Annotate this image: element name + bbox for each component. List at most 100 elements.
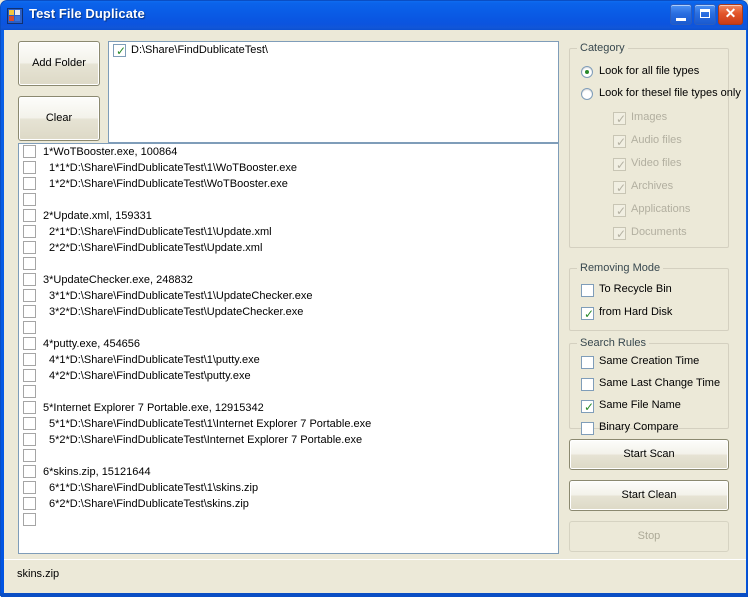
maximize-button[interactable]: [694, 4, 716, 25]
list-item[interactable]: 4*1*D:\Share\FindDublicateTest\1\putty.e…: [19, 352, 558, 368]
list-item[interactable]: 5*Internet Explorer 7 Portable.exe, 1291…: [19, 400, 558, 416]
search-rules-group-title: Search Rules: [577, 337, 650, 349]
list-item-checkbox[interactable]: [23, 273, 36, 286]
checkbox-video-files-box: ✓: [613, 158, 626, 171]
minimize-button[interactable]: [670, 4, 692, 25]
title-bar[interactable]: Test File Duplicate ✕: [1, 1, 747, 30]
list-item-label: 6*skins.zip, 15121644: [43, 466, 151, 478]
add-folder-label: Add Folder: [32, 57, 86, 69]
list-item[interactable]: 3*2*D:\Share\FindDublicateTest\UpdateChe…: [19, 304, 558, 320]
list-item-label: 6*2*D:\Share\FindDublicateTest\skins.zip: [49, 498, 249, 510]
list-item-label: 4*1*D:\Share\FindDublicateTest\1\putty.e…: [49, 354, 260, 366]
list-item-checkbox[interactable]: [23, 193, 36, 206]
list-item[interactable]: 1*2*D:\Share\FindDublicateTest\WoTBooste…: [19, 176, 558, 192]
list-item[interactable]: 2*2*D:\Share\FindDublicateTest\Update.xm…: [19, 240, 558, 256]
list-item-checkbox[interactable]: [23, 305, 36, 318]
checkbox-binary-compare-box[interactable]: [581, 422, 594, 435]
list-item-label: 6*1*D:\Share\FindDublicateTest\1\skins.z…: [49, 482, 259, 494]
add-folder-button[interactable]: Add Folder: [18, 41, 100, 86]
search-rules-group: Search Rules Same Creation Time Same Las…: [569, 337, 729, 435]
checkbox-documents-box: ✓: [613, 227, 626, 240]
list-item-label: 3*1*D:\Share\FindDublicateTest\1\UpdateC…: [49, 290, 313, 302]
list-item[interactable]: 4*2*D:\Share\FindDublicateTest\putty.exe: [19, 368, 558, 384]
list-item[interactable]: 3*UpdateChecker.exe, 248832: [19, 272, 558, 288]
list-item-checkbox[interactable]: [23, 161, 36, 174]
list-item[interactable]: [19, 512, 558, 528]
list-item-checkbox[interactable]: [23, 449, 36, 462]
checkbox-documents-label: Documents: [631, 226, 687, 238]
list-item-checkbox[interactable]: [23, 145, 36, 158]
list-item-label: 5*1*D:\Share\FindDublicateTest\1\Interne…: [49, 418, 372, 430]
list-item-label: 2*Update.xml, 159331: [43, 210, 152, 222]
list-item-checkbox[interactable]: [23, 433, 36, 446]
maximize-icon: [700, 9, 710, 18]
list-item[interactable]: 6*skins.zip, 15121644: [19, 464, 558, 480]
checkbox-same-creation-time-box[interactable]: [581, 356, 594, 369]
list-item[interactable]: 1*1*D:\Share\FindDublicateTest\1\WoTBoos…: [19, 160, 558, 176]
list-item-checkbox[interactable]: [23, 385, 36, 398]
list-item-label: 1*1*D:\Share\FindDublicateTest\1\WoTBoos…: [49, 162, 298, 174]
radio-indicator-these[interactable]: [581, 88, 593, 100]
status-bar: skins.zip: [4, 559, 746, 593]
minimize-icon: [676, 18, 686, 21]
checkbox-same-file-name-box[interactable]: ✓: [581, 400, 594, 413]
list-item-checkbox[interactable]: [23, 257, 36, 270]
list-item[interactable]: [19, 256, 558, 272]
list-item[interactable]: 1*WoTBooster.exe, 100864: [19, 144, 558, 160]
radio-indicator-all[interactable]: [581, 66, 593, 78]
list-item-checkbox[interactable]: [23, 241, 36, 254]
folder-list[interactable]: ✓ D:\Share\FindDublicateTest\: [108, 41, 559, 143]
list-item[interactable]: 4*putty.exe, 454656: [19, 336, 558, 352]
list-item[interactable]: 6*2*D:\Share\FindDublicateTest\skins.zip: [19, 496, 558, 512]
list-item-checkbox[interactable]: [23, 321, 36, 334]
status-text: skins.zip: [17, 568, 60, 580]
list-item-checkbox[interactable]: [23, 289, 36, 302]
folder-list-item[interactable]: ✓ D:\Share\FindDublicateTest\: [109, 42, 558, 61]
list-item[interactable]: 5*2*D:\Share\FindDublicateTest\Internet …: [19, 432, 558, 448]
checkbox-to-recycle-bin-box[interactable]: [581, 284, 594, 297]
list-item-checkbox[interactable]: [23, 353, 36, 366]
list-item-checkbox[interactable]: [23, 369, 36, 382]
checkbox-same-creation-time-label: Same Creation Time: [599, 355, 700, 367]
radio-all-file-types-label: Look for all file types: [599, 65, 700, 77]
list-item-checkbox[interactable]: [23, 401, 36, 414]
list-item-checkbox[interactable]: [23, 497, 36, 510]
folder-path-label: D:\Share\FindDublicateTest\: [131, 44, 268, 56]
duplicate-results-list[interactable]: 1*WoTBooster.exe, 100864 1*1*D:\Share\Fin…: [18, 143, 559, 554]
list-item-checkbox[interactable]: [23, 177, 36, 190]
folder-checkbox[interactable]: ✓: [113, 44, 126, 57]
checkbox-same-last-change-time-label: Same Last Change Time: [599, 377, 721, 389]
window-title: Test File Duplicate: [29, 6, 145, 21]
list-item-checkbox[interactable]: [23, 465, 36, 478]
list-item-checkbox[interactable]: [23, 225, 36, 238]
checkbox-same-last-change-time-box[interactable]: [581, 378, 594, 391]
radio-these-file-types-only-label: Look for thesel file types only: [599, 87, 741, 99]
list-item[interactable]: 2*1*D:\Share\FindDublicateTest\1\Update.…: [19, 224, 558, 240]
list-item[interactable]: 2*Update.xml, 159331: [19, 208, 558, 224]
category-group-title: Category: [577, 42, 628, 54]
close-button[interactable]: ✕: [718, 4, 743, 25]
list-item[interactable]: 6*1*D:\Share\FindDublicateTest\1\skins.z…: [19, 480, 558, 496]
list-item[interactable]: [19, 192, 558, 208]
checkbox-from-hard-disk-label: from Hard Disk: [599, 306, 673, 318]
start-clean-button[interactable]: Start Clean: [569, 480, 729, 511]
list-item-checkbox[interactable]: [23, 513, 36, 526]
list-item-checkbox[interactable]: [23, 417, 36, 430]
start-scan-button[interactable]: Start Scan: [569, 439, 729, 470]
list-item[interactable]: [19, 384, 558, 400]
list-item[interactable]: 5*1*D:\Share\FindDublicateTest\1\Interne…: [19, 416, 558, 432]
list-item-checkbox[interactable]: [23, 337, 36, 350]
list-item-checkbox[interactable]: [23, 481, 36, 494]
checkbox-from-hard-disk-box[interactable]: ✓: [581, 307, 594, 320]
list-item-label: 5*2*D:\Share\FindDublicateTest\Internet …: [49, 434, 363, 446]
stop-button: Stop: [569, 521, 729, 552]
checkbox-applications-label: Applications: [631, 203, 691, 215]
checkbox-archives-label: Archives: [631, 180, 674, 192]
clear-button[interactable]: Clear: [18, 96, 100, 141]
list-item[interactable]: [19, 320, 558, 336]
start-clean-label: Start Clean: [621, 489, 677, 501]
list-item-checkbox[interactable]: [23, 209, 36, 222]
removing-mode-group-title: Removing Mode: [577, 262, 664, 274]
list-item[interactable]: 3*1*D:\Share\FindDublicateTest\1\UpdateC…: [19, 288, 558, 304]
list-item[interactable]: [19, 448, 558, 464]
